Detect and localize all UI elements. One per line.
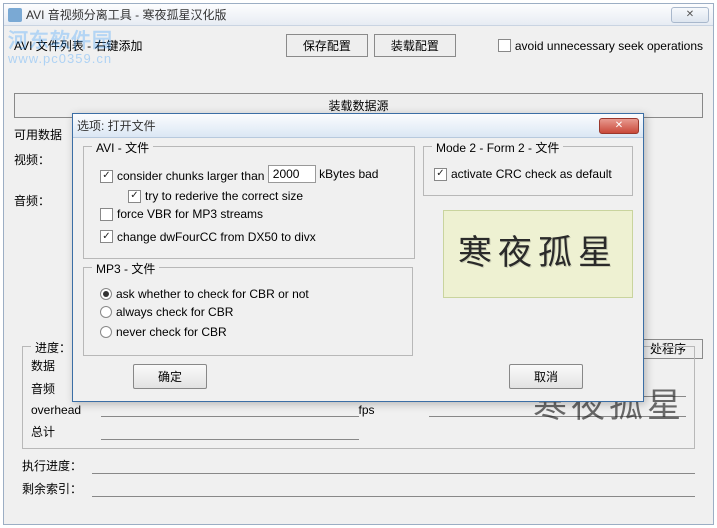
mode2-legend: Mode 2 - Form 2 - 文件 xyxy=(432,139,563,156)
avi-group-legend: AVI - 文件 xyxy=(92,139,153,156)
radio-dot xyxy=(100,306,112,318)
crc-checkbox[interactable]: activate CRC check as default xyxy=(434,167,612,181)
checkbox-box xyxy=(100,230,113,243)
checkbox-box xyxy=(128,190,141,203)
main-titlebar: AVI 音视频分离工具 - 寒夜孤星汉化版 ✕ xyxy=(4,4,713,26)
checkbox-box xyxy=(498,39,511,52)
rederive-checkbox[interactable]: try to rederive the correct size xyxy=(128,189,303,203)
save-config-button[interactable]: 保存配置 xyxy=(286,34,368,57)
audio-label: 音频： xyxy=(14,192,50,209)
checkbox-box xyxy=(434,168,447,181)
load-config-button[interactable]: 装载配置 xyxy=(374,34,456,57)
mp3-legend: MP3 - 文件 xyxy=(92,260,159,277)
exec-progress-value xyxy=(92,457,695,474)
checkbox-box xyxy=(100,170,113,183)
chunks-kbytes-input[interactable] xyxy=(268,165,316,183)
dwfourcc-label: change dwFourCC from DX50 to divx xyxy=(117,230,316,244)
mp3-radio-never[interactable]: never check for CBR xyxy=(100,325,227,339)
chunks-suffix: kBytes bad xyxy=(319,167,378,181)
app-icon xyxy=(8,8,22,22)
chunks-prefix: consider chunks larger than xyxy=(117,169,264,183)
progress-legend: 进度： xyxy=(31,339,75,356)
mp3-opt2-label: always check for CBR xyxy=(116,305,233,319)
radio-dot xyxy=(100,326,112,338)
remain-index-label: 剩余索引： xyxy=(22,480,92,497)
avoid-seek-label: avoid unnecessary seek operations xyxy=(515,39,703,53)
remain-index-value xyxy=(92,480,695,497)
window-title: AVI 音视频分离工具 - 寒夜孤星汉化版 xyxy=(26,6,671,23)
avi-file-group: AVI - 文件 consider chunks larger than kBy… xyxy=(83,146,415,259)
dialog-titlebar: 选项: 打开文件 ✕ xyxy=(73,114,643,138)
dialog-body: AVI - 文件 consider chunks larger than kBy… xyxy=(73,138,643,401)
mp3-group: MP3 - 文件 ask whether to check for CBR or… xyxy=(83,267,413,356)
filelist-label: AVI 文件列表 - 右键添加 xyxy=(14,37,280,54)
crc-label: activate CRC check as default xyxy=(451,167,612,181)
overhead-label: overhead xyxy=(31,403,101,417)
mode2-group: Mode 2 - Form 2 - 文件 activate CRC check … xyxy=(423,146,633,196)
fps-label: fps xyxy=(359,403,429,417)
avoid-seek-checkbox[interactable]: avoid unnecessary seek operations xyxy=(498,39,703,53)
mp3-radio-ask[interactable]: ask whether to check for CBR or not xyxy=(100,287,309,301)
options-dialog: 选项: 打开文件 ✕ AVI - 文件 consider chunks larg… xyxy=(72,113,644,402)
chunks-checkbox[interactable]: consider chunks larger than xyxy=(100,169,264,183)
cancel-button[interactable]: 取消 xyxy=(509,364,583,389)
mp3-opt3-label: never check for CBR xyxy=(116,325,227,339)
overhead-value xyxy=(101,403,359,417)
video-label: 视频： xyxy=(14,151,50,168)
force-vbr-checkbox[interactable]: force VBR for MP3 streams xyxy=(100,207,263,221)
dwfourcc-checkbox[interactable]: change dwFourCC from DX50 to divx xyxy=(100,230,316,244)
checkbox-box xyxy=(100,208,113,221)
calligraphy-image: 寒夜孤星 xyxy=(443,210,633,298)
rederive-label: try to rederive the correct size xyxy=(145,189,303,203)
radio-dot xyxy=(100,288,112,300)
mp3-radio-always[interactable]: always check for CBR xyxy=(100,305,233,319)
total-label: 总计 xyxy=(31,423,101,440)
dialog-close-button[interactable]: ✕ xyxy=(599,118,639,134)
total-value xyxy=(101,423,359,440)
mp3-opt1-label: ask whether to check for CBR or not xyxy=(116,287,309,301)
main-close-button[interactable]: ✕ xyxy=(671,7,709,23)
force-vbr-label: force VBR for MP3 streams xyxy=(117,207,263,221)
dialog-title: 选项: 打开文件 xyxy=(77,117,599,134)
available-data-label: 可用数据 xyxy=(14,126,62,143)
exec-progress-label: 执行进度： xyxy=(22,457,92,474)
ok-button[interactable]: 确定 xyxy=(133,364,207,389)
